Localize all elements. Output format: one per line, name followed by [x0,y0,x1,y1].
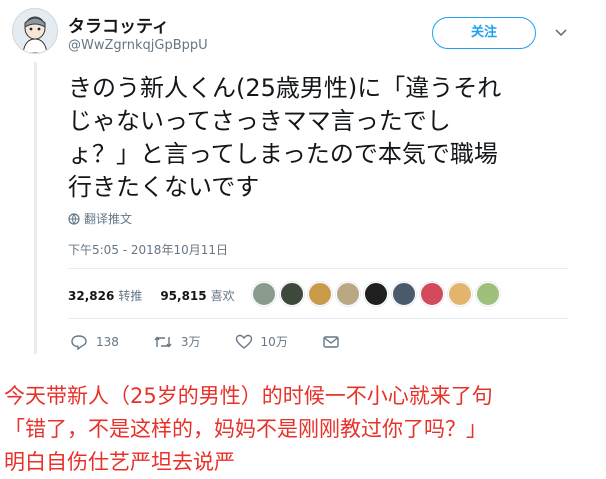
reply-button[interactable]: 138 [70,334,119,350]
avatar-illustration-icon [13,9,57,53]
tweet-stats: 32,826 转推 95,815 喜欢 [68,287,235,304]
avatar[interactable] [12,8,58,54]
thread-line [34,62,37,354]
direct-message-button[interactable] [322,334,340,350]
translate-link[interactable]: 翻译推文 [68,210,132,227]
liker-avatar[interactable] [448,282,472,306]
heart-icon [235,334,252,349]
liker-avatar[interactable] [420,282,444,306]
tweet-text: きのう新人くん(25歳男性)に「違うそれ じゃないってさっきママ言ったでし ょ？… [68,72,568,204]
tweet-timestamp[interactable]: 下午5:05 - 2018年10月11日 [68,241,228,258]
caption-line: 「错了，不是这样的，妈妈不是刚刚教过你了吗？」 [4,417,487,441]
caption-overlay: 今天带新人（25岁的男性）的时候一不小心就来了句 「错了，不是这样的，妈妈不是刚… [0,380,606,479]
tweet-actions: 138 3万 10万 [70,333,374,350]
user-handle[interactable]: @WwZgrnkqjGpBppU [68,38,208,53]
divider [68,268,568,269]
likes-count[interactable]: 95,815 [160,289,206,303]
tweet-line: じゃないってさっきママ言ったでし [68,107,451,135]
retweet-icon [154,335,172,348]
caption-line: 今天带新人（25岁的男性）的时候一不小心就来了句 [4,384,493,408]
like-count: 10万 [260,335,288,349]
tweet-line: 行きたくないです [68,173,260,201]
retweet-count: 3万 [180,335,201,349]
divider [68,318,568,319]
retweets-label[interactable]: 转推 [118,287,142,304]
liker-avatar[interactable] [392,282,416,306]
retweets-count[interactable]: 32,826 [68,289,114,303]
liker-avatar[interactable] [280,282,304,306]
liker-avatar[interactable] [336,282,360,306]
follow-button[interactable]: 关注 [432,17,536,49]
liker-avatar[interactable] [252,282,276,306]
reply-icon [71,334,87,350]
liker-avatars [252,282,500,306]
chevron-down-icon[interactable] [552,24,570,42]
envelope-icon [323,335,339,348]
translate-label: 翻译推文 [84,212,133,226]
tweet-line: ょ？」と言ってしまったので本気で職場 [68,140,498,168]
globe-icon [68,212,80,225]
display-name[interactable]: タラコッティ [68,12,169,37]
likes-label[interactable]: 喜欢 [211,287,235,304]
like-button[interactable]: 10万 [235,333,288,350]
liker-avatar[interactable] [364,282,388,306]
caption-line: 明白自伤仕艺严坦去说严 [4,450,235,474]
tweet-line: きのう新人くん(25歳男性)に「違うそれ [68,74,502,102]
reply-count: 138 [96,334,119,349]
liker-avatar[interactable] [308,282,332,306]
retweet-button[interactable]: 3万 [153,333,201,350]
liker-avatar[interactable] [476,282,500,306]
